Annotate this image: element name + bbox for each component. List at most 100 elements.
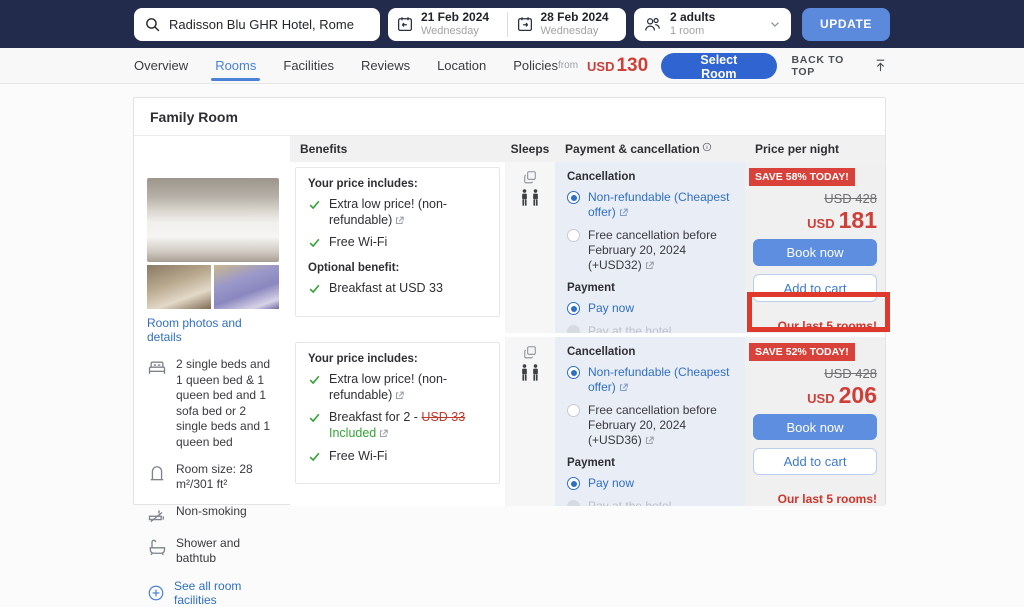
book-now-button[interactable]: Book now	[753, 239, 877, 266]
radio-selected[interactable]	[567, 477, 580, 490]
benefit-free-wifi: Free Wi-Fi	[308, 449, 489, 465]
compare-icon[interactable]	[523, 170, 537, 184]
save-badge: SAVE 52% TODAY!	[749, 343, 855, 361]
search-value: Radisson Blu GHR Hotel, Rome	[169, 17, 354, 32]
checkout-field[interactable]: 28 Feb 2024 Wednesday	[508, 8, 627, 41]
guests-selector[interactable]: 2 adults 1 room	[634, 8, 791, 41]
checkin-day: Wednesday	[421, 25, 489, 38]
add-to-cart-button[interactable]: Add to cart	[753, 274, 877, 302]
offer-2-benefits-cell: Your price includes: Extra low price! (n…	[290, 337, 505, 506]
benefit-free-wifi: Free Wi-Fi	[308, 235, 489, 251]
add-to-cart-button[interactable]: Add to cart	[753, 448, 877, 475]
external-link-icon[interactable]	[395, 216, 404, 225]
cancellation-option-free[interactable]: Free cancellation before February 20, 20…	[567, 228, 735, 273]
checkin-calendar-icon	[396, 15, 414, 33]
column-header-spacer	[134, 136, 290, 162]
offer-2-price-cell: SAVE 52% TODAY! USD 428 USD206 Book now …	[745, 337, 885, 506]
external-link-icon[interactable]	[619, 208, 628, 217]
radio-selected[interactable]	[567, 191, 580, 204]
offer-1-benefits-cell: Your price includes: Extra low price! (n…	[290, 162, 505, 333]
detail-room-size: Room size: 28 m²/301 ft²	[147, 462, 279, 493]
nav-tabs: Overview Rooms Facilities Reviews Locati…	[134, 48, 558, 83]
search-icon	[144, 16, 161, 33]
offer-2-payment-cell: Cancellation Non-refundable (Cheapest of…	[555, 337, 745, 506]
plus-circle-icon	[147, 584, 165, 602]
check-icon	[308, 282, 321, 295]
checkin-date: 21 Feb 2024	[421, 11, 489, 25]
cancellation-option-nonrefundable[interactable]: Non-refundable (Cheapest offer)	[567, 190, 735, 220]
room-navbar: Overview Rooms Facilities Reviews Locati…	[0, 48, 1024, 84]
sleeps-occupancy-icons	[520, 189, 540, 206]
select-room-button[interactable]: Select Room	[661, 53, 776, 79]
room-title: Family Room	[134, 98, 885, 136]
radio-selected[interactable]	[567, 366, 580, 379]
dates-picker: 21 Feb 2024 Wednesday 28 Feb 2024 Wednes…	[388, 8, 626, 41]
checkout-date: 28 Feb 2024	[541, 11, 609, 25]
tab-policies[interactable]: Policies	[513, 48, 558, 83]
old-price: USD 428	[749, 366, 877, 381]
guests-icon	[643, 15, 662, 34]
external-link-icon[interactable]	[645, 436, 654, 445]
includes-title: Your price includes:	[308, 178, 489, 190]
checkout-day: Wednesday	[541, 25, 609, 38]
person-icon	[520, 364, 529, 381]
tab-rooms[interactable]: Rooms	[215, 48, 256, 83]
external-link-icon[interactable]	[379, 429, 388, 438]
from-label: from	[558, 60, 578, 71]
back-to-top-label: BACK TO TOP	[792, 54, 869, 78]
room-size-icon	[147, 463, 167, 483]
topbar: Radisson Blu GHR Hotel, Rome 21 Feb 2024…	[0, 0, 1024, 48]
room-photo-main[interactable]	[147, 178, 279, 262]
current-price: USD206	[749, 382, 877, 409]
optional-benefit-title: Optional benefit:	[308, 262, 489, 274]
guests-adults: 2 adults	[670, 11, 760, 25]
radio-unselected[interactable]	[567, 404, 580, 417]
chevron-down-icon	[768, 17, 782, 31]
check-icon	[308, 411, 321, 424]
room-summary-column: Room photos and details 2 single beds an…	[134, 162, 290, 506]
see-all-facilities-link[interactable]: See all room facilities	[147, 579, 279, 607]
radio-unselected[interactable]	[567, 229, 580, 242]
search-input[interactable]: Radisson Blu GHR Hotel, Rome	[134, 8, 380, 41]
update-button[interactable]: UPDATE	[802, 8, 890, 41]
checkin-field[interactable]: 21 Feb 2024 Wednesday	[388, 8, 507, 41]
old-price: USD 428	[749, 191, 877, 206]
payment-option-pay-now[interactable]: Pay now	[567, 301, 735, 316]
cancellation-option-free[interactable]: Free cancellation before February 20, 20…	[567, 403, 735, 448]
tab-overview[interactable]: Overview	[134, 48, 188, 83]
cancellation-option-nonrefundable[interactable]: Non-refundable (Cheapest offer)	[567, 365, 735, 395]
offer-1-price-cell: SAVE 58% TODAY! USD 428 USD181 Book now …	[745, 162, 885, 333]
from-currency: USD	[587, 59, 614, 74]
tab-reviews[interactable]: Reviews	[361, 48, 410, 83]
detail-bath: Shower and bathtub	[147, 536, 279, 567]
radio-selected[interactable]	[567, 302, 580, 315]
urgency-message: Our last 5 rooms!	[749, 319, 877, 333]
room-card-family-room: Family Room Benefits Sleeps Payment & ca…	[133, 97, 886, 505]
external-link-icon[interactable]	[395, 391, 404, 400]
column-header-price: Price per night	[745, 136, 885, 162]
benefit-extra-low-price: Extra low price! (non-refundable)	[308, 372, 489, 403]
room-photos-link[interactable]: Room photos and details	[147, 316, 279, 344]
back-to-top-button[interactable]: BACK TO TOP	[792, 54, 889, 78]
tab-location[interactable]: Location	[437, 48, 486, 83]
benefit-breakfast: Breakfast at USD 33	[308, 281, 489, 297]
info-icon[interactable]	[702, 142, 712, 152]
benefit-extra-low-price: Extra low price! (non-refundable)	[308, 197, 489, 228]
person-icon	[531, 189, 540, 206]
room-photo-thumb-1[interactable]	[147, 265, 211, 309]
payment-title: Payment	[567, 457, 735, 469]
compare-icon[interactable]	[523, 345, 537, 359]
room-photo-thumb-2[interactable]	[214, 265, 279, 309]
external-link-icon[interactable]	[619, 383, 628, 392]
cancellation-title: Cancellation	[567, 346, 735, 358]
book-now-button[interactable]: Book now	[753, 414, 877, 440]
cancellation-title: Cancellation	[567, 171, 735, 183]
from-price: 130	[616, 55, 648, 76]
radio-disabled	[567, 325, 580, 333]
person-icon	[520, 189, 529, 206]
tab-facilities[interactable]: Facilities	[283, 48, 334, 83]
column-header-benefits: Benefits	[290, 136, 505, 162]
payment-option-pay-now[interactable]: Pay now	[567, 476, 735, 491]
external-link-icon[interactable]	[645, 261, 654, 270]
checkout-calendar-icon	[516, 15, 534, 33]
